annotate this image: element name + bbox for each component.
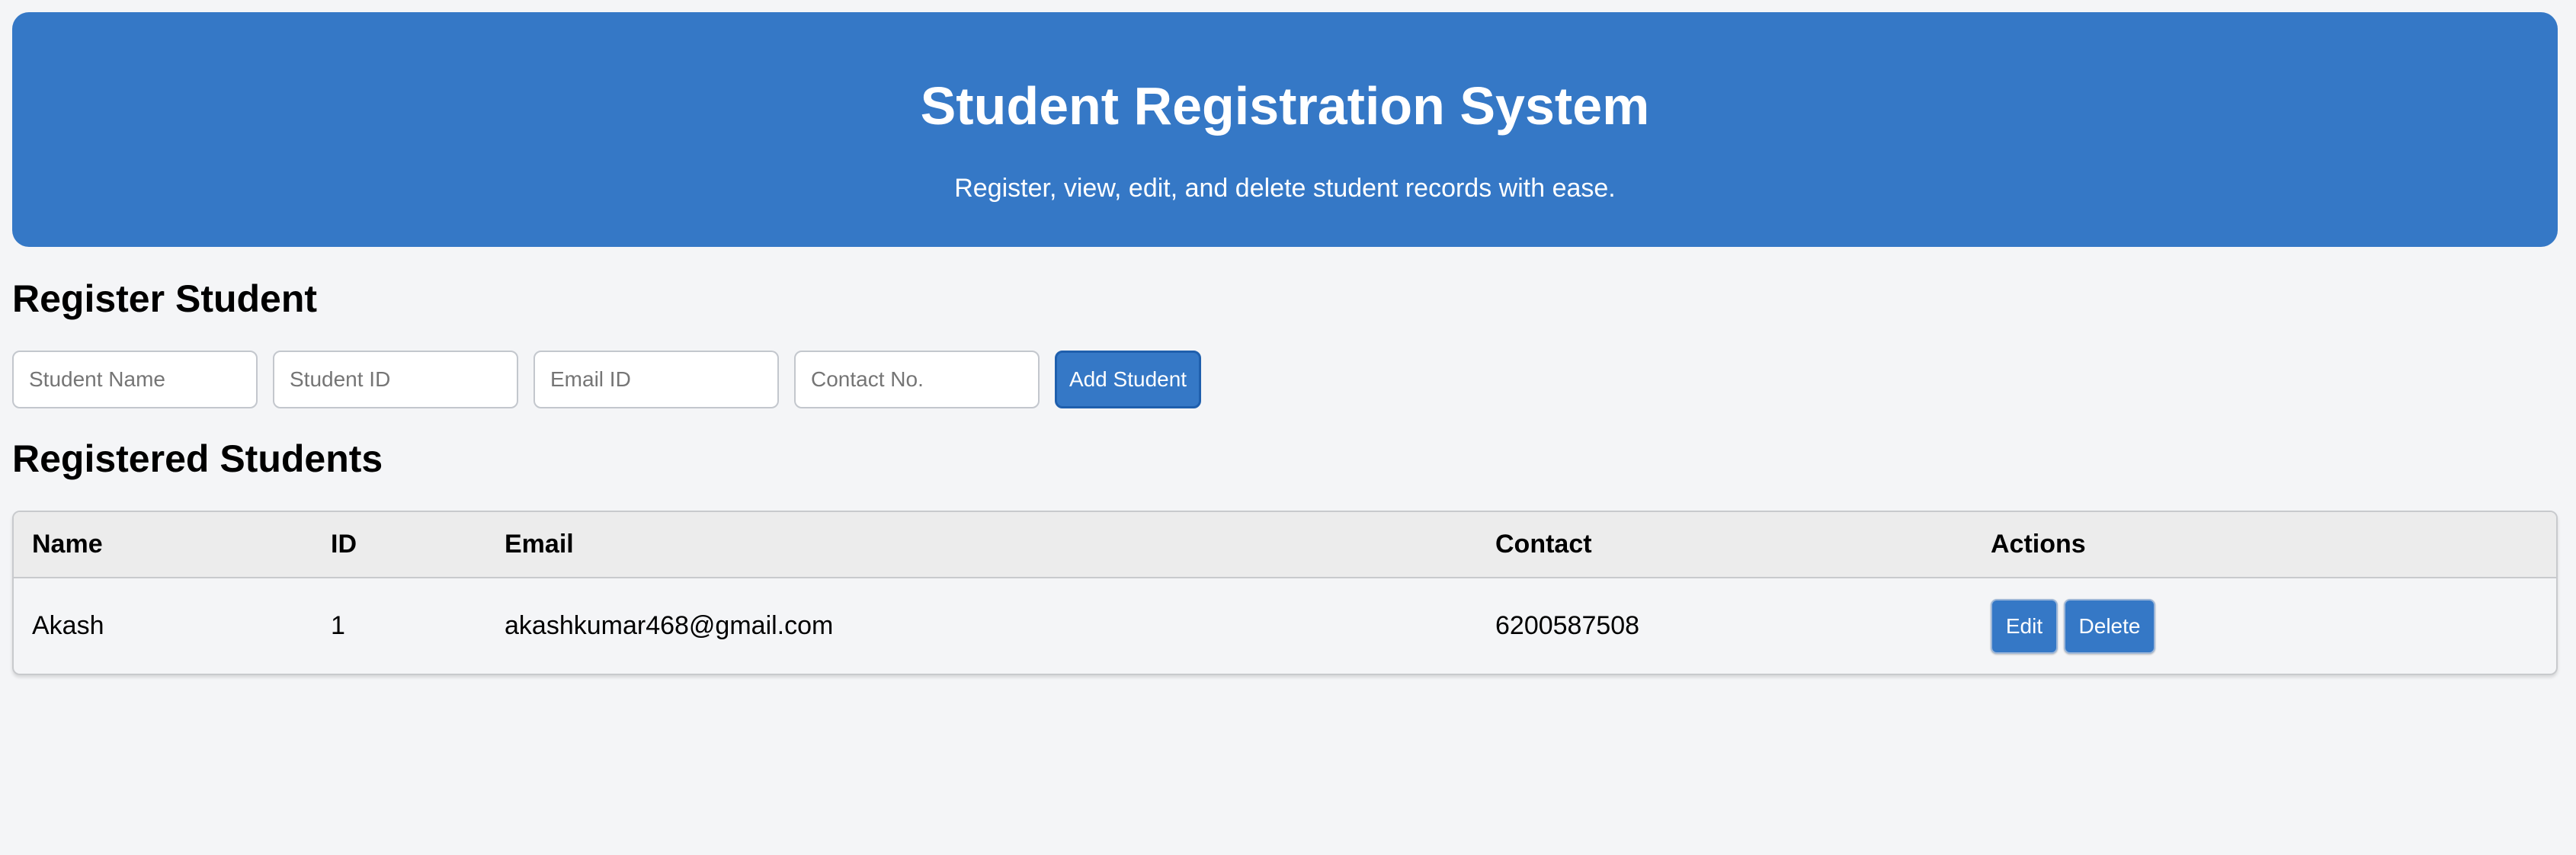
column-header-name: Name <box>14 512 312 578</box>
edit-button[interactable]: Edit <box>1991 598 2058 654</box>
page-subtitle: Register, view, edit, and delete student… <box>954 174 1616 203</box>
column-header-id: ID <box>312 512 486 578</box>
registered-section-title: Registered Students <box>12 437 383 480</box>
cell-actions: Edit Delete <box>1972 578 2556 674</box>
table-row: Akash 1 akashkumar468@gmail.com 62005875… <box>14 578 2556 674</box>
email-id-input[interactable] <box>533 351 779 408</box>
page-header: Student Registration System Register, vi… <box>12 12 2558 247</box>
add-student-button[interactable]: Add Student <box>1055 351 1201 408</box>
student-name-input[interactable] <box>12 351 258 408</box>
column-header-contact: Contact <box>1477 512 1972 578</box>
register-section-title: Register Student <box>12 277 318 320</box>
students-table-container: Name ID Email Contact Actions Akash 1 ak… <box>12 511 2558 675</box>
student-id-input[interactable] <box>273 351 518 408</box>
column-header-email: Email <box>486 512 1477 578</box>
delete-button[interactable]: Delete <box>2064 598 2155 654</box>
cell-email: akashkumar468@gmail.com <box>505 611 834 640</box>
page-title: Student Registration System <box>920 76 1650 136</box>
column-header-actions: Actions <box>1972 512 2556 578</box>
table-header-row: Name ID Email Contact Actions <box>14 512 2556 578</box>
cell-name: Akash <box>32 611 104 640</box>
cell-id: 1 <box>331 611 345 640</box>
contact-no-input[interactable] <box>794 351 1040 408</box>
register-form: Add Student <box>12 351 1201 408</box>
students-table: Name ID Email Contact Actions Akash 1 ak… <box>14 512 2556 674</box>
cell-contact: 6200587508 <box>1495 611 1640 640</box>
